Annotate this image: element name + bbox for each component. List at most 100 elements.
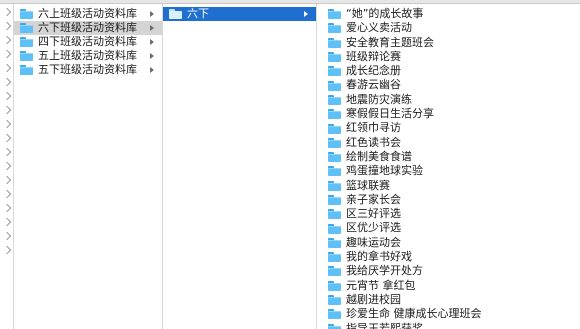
chevron-right-icon <box>2 91 12 101</box>
folder-row[interactable]: 篮球联赛 <box>317 179 580 193</box>
chevron-right-icon <box>2 161 12 171</box>
disclosure-arrow-icon <box>304 11 308 17</box>
chevron-right-icon <box>2 63 12 73</box>
folder-icon <box>169 9 182 19</box>
folder-row[interactable]: 五上班级活动资料库 <box>14 49 162 63</box>
folder-name: 红色读书会 <box>346 135 401 149</box>
chevron-right-icon <box>2 35 12 45</box>
folder-icon <box>328 166 341 177</box>
folder-name: 成长纪念册 <box>346 64 401 78</box>
folder-row[interactable]: 鸡蛋撞地球实验 <box>317 164 580 178</box>
folder-row[interactable]: 趣味运动会 <box>317 236 580 250</box>
chevron-right-icon <box>2 175 12 185</box>
folder-row[interactable]: 红领巾寻访 <box>317 121 580 135</box>
folder-name: 地震防灾演练 <box>346 92 412 106</box>
chevron-right-icon <box>2 217 12 227</box>
folder-icon <box>328 109 341 120</box>
folder-row[interactable]: “她”的成长故事 <box>317 7 580 21</box>
folder-icon <box>328 209 341 220</box>
folder-name: 五上班级活动资料库 <box>38 49 137 62</box>
folder-name: 红领巾寻访 <box>346 121 401 135</box>
folder-row[interactable]: 区三好评选 <box>317 207 580 221</box>
folder-name: 越剧进校园 <box>346 292 401 306</box>
folder-name: 六下班级活动资料库 <box>38 21 137 34</box>
folder-row[interactable]: 区优少评选 <box>317 221 580 235</box>
disclosure-arrow-icon <box>150 39 154 45</box>
folder-name: 趣味运动会 <box>346 235 401 249</box>
folder-row[interactable]: 绘制美食食谱 <box>317 150 580 164</box>
chevron-right-icon <box>2 105 12 115</box>
folder-row[interactable]: 我给厌学开处方 <box>317 264 580 278</box>
folder-name: 寒假假日生活分享 <box>346 107 434 121</box>
parent-column-sliver[interactable] <box>0 4 14 329</box>
folder-row[interactable]: 安全教育主题班会 <box>317 36 580 50</box>
folder-row[interactable]: 六下班级活动资料库 <box>14 21 162 35</box>
folder-column-2: 六下 <box>163 4 317 329</box>
folder-name: 亲子家长会 <box>346 192 401 206</box>
chevron-right-icon <box>2 189 12 199</box>
folder-name: 我的拿书好戏 <box>346 250 412 264</box>
folder-row[interactable]: 成长纪念册 <box>317 64 580 78</box>
folder-row[interactable]: 班级辩论赛 <box>317 50 580 64</box>
folder-icon <box>328 195 341 205</box>
folder-column-3: “她”的成长故事 爱心义卖活动 安全教育主题班会 班级辩论赛 成长纪念册 春游云幽谷 地震防… <box>317 4 580 329</box>
folder-row[interactable]: 亲子家长会 <box>317 193 580 207</box>
folder-row[interactable]: 指导王若熙获奖 <box>317 322 580 329</box>
folder-icon <box>328 94 341 105</box>
folder-name: 篮球联赛 <box>346 178 390 192</box>
folder-row[interactable]: 六上班级活动资料库 <box>14 7 162 21</box>
folder-icon <box>328 23 341 34</box>
folder-name: 绘制美食食谱 <box>346 149 412 163</box>
folder-row[interactable]: 我的拿书好戏 <box>317 250 580 264</box>
folder-icon <box>328 37 341 48</box>
chevron-right-icon <box>2 77 12 87</box>
folder-row[interactable]: 六下 <box>163 7 316 21</box>
folder-icon <box>20 9 33 19</box>
folder-row[interactable]: 珍爱生命 健康成长心理班会 <box>317 307 580 321</box>
folder-row[interactable]: 红色读书会 <box>317 136 580 150</box>
folder-name: 我给厌学开处方 <box>346 264 423 278</box>
folder-icon <box>328 123 341 134</box>
folder-name: 区优少评选 <box>346 221 401 235</box>
disclosure-arrow-icon <box>150 53 154 59</box>
folder-name: 春游云幽谷 <box>346 78 401 92</box>
folder-name: 四下班级活动资料库 <box>38 35 137 48</box>
folder-name: 区三好评选 <box>346 207 401 221</box>
folder-icon <box>328 309 341 320</box>
folder-name: 鸡蛋撞地球实验 <box>346 164 423 178</box>
folder-icon <box>328 237 341 248</box>
chevron-right-icon <box>2 21 12 31</box>
chevron-right-icon <box>2 245 12 255</box>
folder-name: 元宵节 拿红包 <box>346 278 416 292</box>
folder-row[interactable]: 春游云幽谷 <box>317 78 580 92</box>
folder-icon <box>328 66 341 77</box>
folder-icon <box>328 80 341 91</box>
disclosure-arrow-icon <box>150 11 154 17</box>
folder-icon <box>328 323 341 329</box>
folder-name: 安全教育主题班会 <box>346 35 434 49</box>
folder-row[interactable]: 寒假假日生活分享 <box>317 107 580 121</box>
chevron-right-icon <box>2 49 12 59</box>
chevron-right-icon <box>2 203 12 213</box>
folder-row[interactable]: 五下班级活动资料库 <box>14 63 162 77</box>
folder-row[interactable]: 四下班级活动资料库 <box>14 35 162 49</box>
chevron-right-icon <box>2 7 12 17</box>
folder-icon <box>328 9 341 20</box>
folder-name: 六下 <box>187 7 209 20</box>
folder-row[interactable]: 元宵节 拿红包 <box>317 279 580 293</box>
folder-name: 珍爱生命 健康成长心理班会 <box>346 307 482 321</box>
folder-icon <box>328 52 341 63</box>
chevron-right-icon <box>2 133 12 143</box>
folder-row[interactable]: 爱心义卖活动 <box>317 21 580 35</box>
chevron-right-icon <box>2 147 12 157</box>
disclosure-arrow-icon <box>150 25 154 31</box>
folder-icon <box>20 23 33 33</box>
folder-name: 班级辩论赛 <box>346 49 401 63</box>
folder-icon <box>328 252 341 263</box>
folder-icon <box>328 180 341 191</box>
folder-name: “她”的成长故事 <box>346 7 424 20</box>
folder-row[interactable]: 越剧进校园 <box>317 293 580 307</box>
folder-icon <box>20 37 33 47</box>
folder-icon <box>328 295 341 306</box>
folder-row[interactable]: 地震防灾演练 <box>317 93 580 107</box>
